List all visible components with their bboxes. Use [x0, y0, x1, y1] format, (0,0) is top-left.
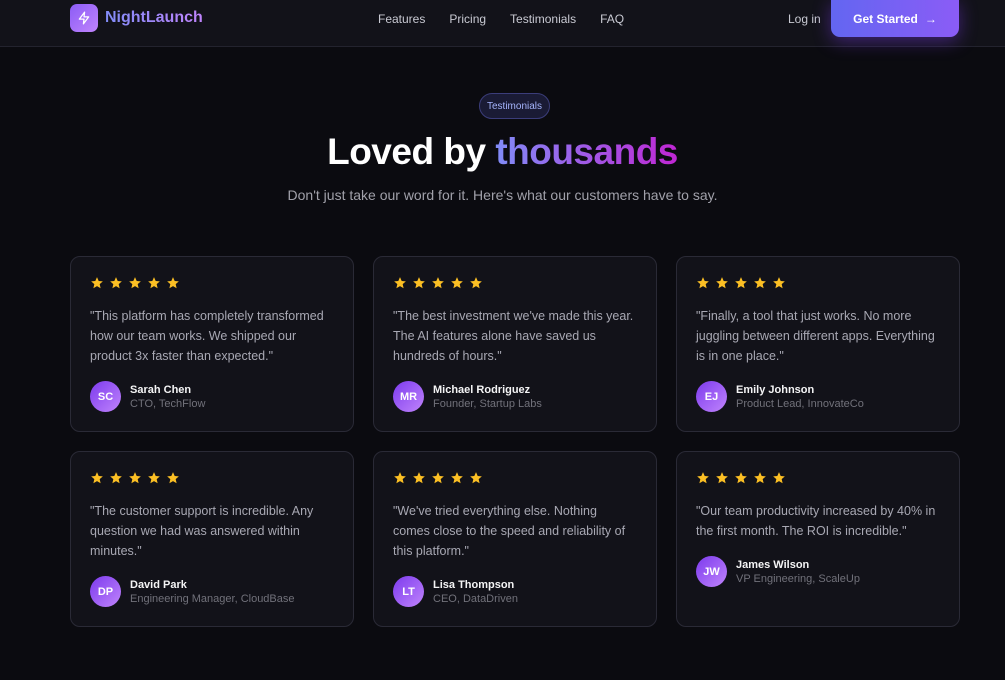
top-navbar: NightLaunch Features Pricing Testimonial…	[0, 0, 1005, 47]
avatar: DP	[90, 576, 121, 607]
star-icon	[697, 277, 709, 289]
star-icon	[91, 277, 103, 289]
testimonial-card: "Finally, a tool that just works. No mor…	[676, 256, 960, 432]
testimonial-author: LT Lisa Thompson CEO, DataDriven	[393, 576, 518, 607]
testimonial-card: "Our team productivity increased by 40% …	[676, 451, 960, 627]
author-name: Sarah Chen	[130, 383, 192, 396]
star-icon	[735, 472, 747, 484]
author-role: Founder, Startup Labs	[433, 397, 542, 410]
section-badge: Testimonials	[479, 93, 550, 119]
section-subtitle: Don't just take our word for it. Here's …	[287, 187, 718, 203]
author-name: James Wilson	[736, 558, 810, 571]
author-name: David Park	[130, 578, 187, 591]
star-rating	[90, 276, 334, 292]
star-icon	[432, 472, 444, 484]
author-role: Product Lead, InnovateCo	[736, 397, 864, 410]
avatar: LT	[393, 576, 424, 607]
star-icon	[451, 472, 463, 484]
star-icon	[148, 277, 160, 289]
author-role: CEO, DataDriven	[433, 592, 518, 605]
star-icon	[773, 472, 785, 484]
testimonial-quote: "Finally, a tool that just works. No mor…	[696, 309, 935, 363]
star-icon	[129, 277, 141, 289]
star-icon	[470, 472, 482, 484]
testimonial-author: DP David Park Engineering Manager, Cloud…	[90, 576, 295, 607]
headline-accent: thousands	[495, 131, 678, 172]
star-icon	[413, 472, 425, 484]
star-icon	[754, 472, 766, 484]
star-icon	[716, 472, 728, 484]
testimonial-card: "The customer support is incredible. Any…	[70, 451, 354, 627]
testimonial-quote: "Our team productivity increased by 40% …	[696, 504, 936, 538]
star-icon	[167, 277, 179, 289]
star-icon	[716, 277, 728, 289]
author-role: Engineering Manager, CloudBase	[130, 592, 295, 605]
star-icon	[773, 277, 785, 289]
author-name: Lisa Thompson	[433, 578, 515, 591]
star-icon	[754, 277, 766, 289]
star-icon	[735, 277, 747, 289]
author-name: Emily Johnson	[736, 383, 815, 396]
get-started-label: Get Started	[853, 11, 918, 26]
testimonial-card: "The best investment we've made this yea…	[373, 256, 657, 432]
nav-link-pricing[interactable]: Pricing	[449, 12, 486, 26]
testimonial-card: "This platform has completely transforme…	[70, 256, 354, 432]
avatar: MR	[393, 381, 424, 412]
testimonial-quote: "The customer support is incredible. Any…	[90, 504, 314, 558]
star-rating	[696, 471, 940, 487]
brand-name: NightLaunch	[105, 9, 203, 26]
star-icon	[394, 472, 406, 484]
star-rating	[696, 276, 940, 292]
get-started-button[interactable]: Get Started →	[831, 0, 959, 37]
testimonials-grid: "This platform has completely transforme…	[70, 256, 960, 627]
star-rating	[90, 471, 334, 487]
star-icon	[148, 472, 160, 484]
star-icon	[167, 472, 179, 484]
star-icon	[110, 472, 122, 484]
star-icon	[697, 472, 709, 484]
star-icon	[110, 277, 122, 289]
testimonial-quote: "This platform has completely transforme…	[90, 309, 324, 363]
star-icon	[432, 277, 444, 289]
section-headline: Loved by thousands	[0, 131, 1005, 173]
testimonial-author: EJ Emily Johnson Product Lead, InnovateC…	[696, 381, 864, 412]
star-rating	[393, 471, 637, 487]
arrow-right-icon: →	[924, 11, 937, 26]
star-icon	[91, 472, 103, 484]
avatar: JW	[696, 556, 727, 587]
avatar: EJ	[696, 381, 727, 412]
avatar: SC	[90, 381, 121, 412]
testimonial-author: MR Michael Rodriguez Founder, Startup La…	[393, 381, 542, 412]
star-rating	[393, 276, 637, 292]
testimonial-author: JW James Wilson VP Engineering, ScaleUp	[696, 556, 860, 587]
author-name: Michael Rodriguez	[433, 383, 531, 396]
login-link[interactable]: Log in	[788, 12, 821, 26]
testimonial-quote: "We've tried everything else. Nothing co…	[393, 504, 626, 558]
author-role: CTO, TechFlow	[130, 397, 206, 410]
testimonial-quote: "The best investment we've made this yea…	[393, 309, 634, 363]
headline-main: Loved by	[327, 131, 496, 172]
nav-link-features[interactable]: Features	[378, 12, 425, 26]
star-icon	[413, 277, 425, 289]
star-icon	[470, 277, 482, 289]
nav-link-faq[interactable]: FAQ	[600, 12, 624, 26]
star-icon	[394, 277, 406, 289]
testimonial-author: SC Sarah Chen CTO, TechFlow	[90, 381, 205, 412]
lightning-icon	[70, 4, 98, 32]
brand-logo[interactable]: NightLaunch	[70, 4, 203, 32]
star-icon	[451, 277, 463, 289]
author-role: VP Engineering, ScaleUp	[736, 572, 860, 585]
nav-links: Features Pricing Testimonials FAQ	[378, 12, 648, 26]
testimonial-card: "We've tried everything else. Nothing co…	[373, 451, 657, 627]
star-icon	[129, 472, 141, 484]
nav-link-testimonials[interactable]: Testimonials	[510, 12, 576, 26]
